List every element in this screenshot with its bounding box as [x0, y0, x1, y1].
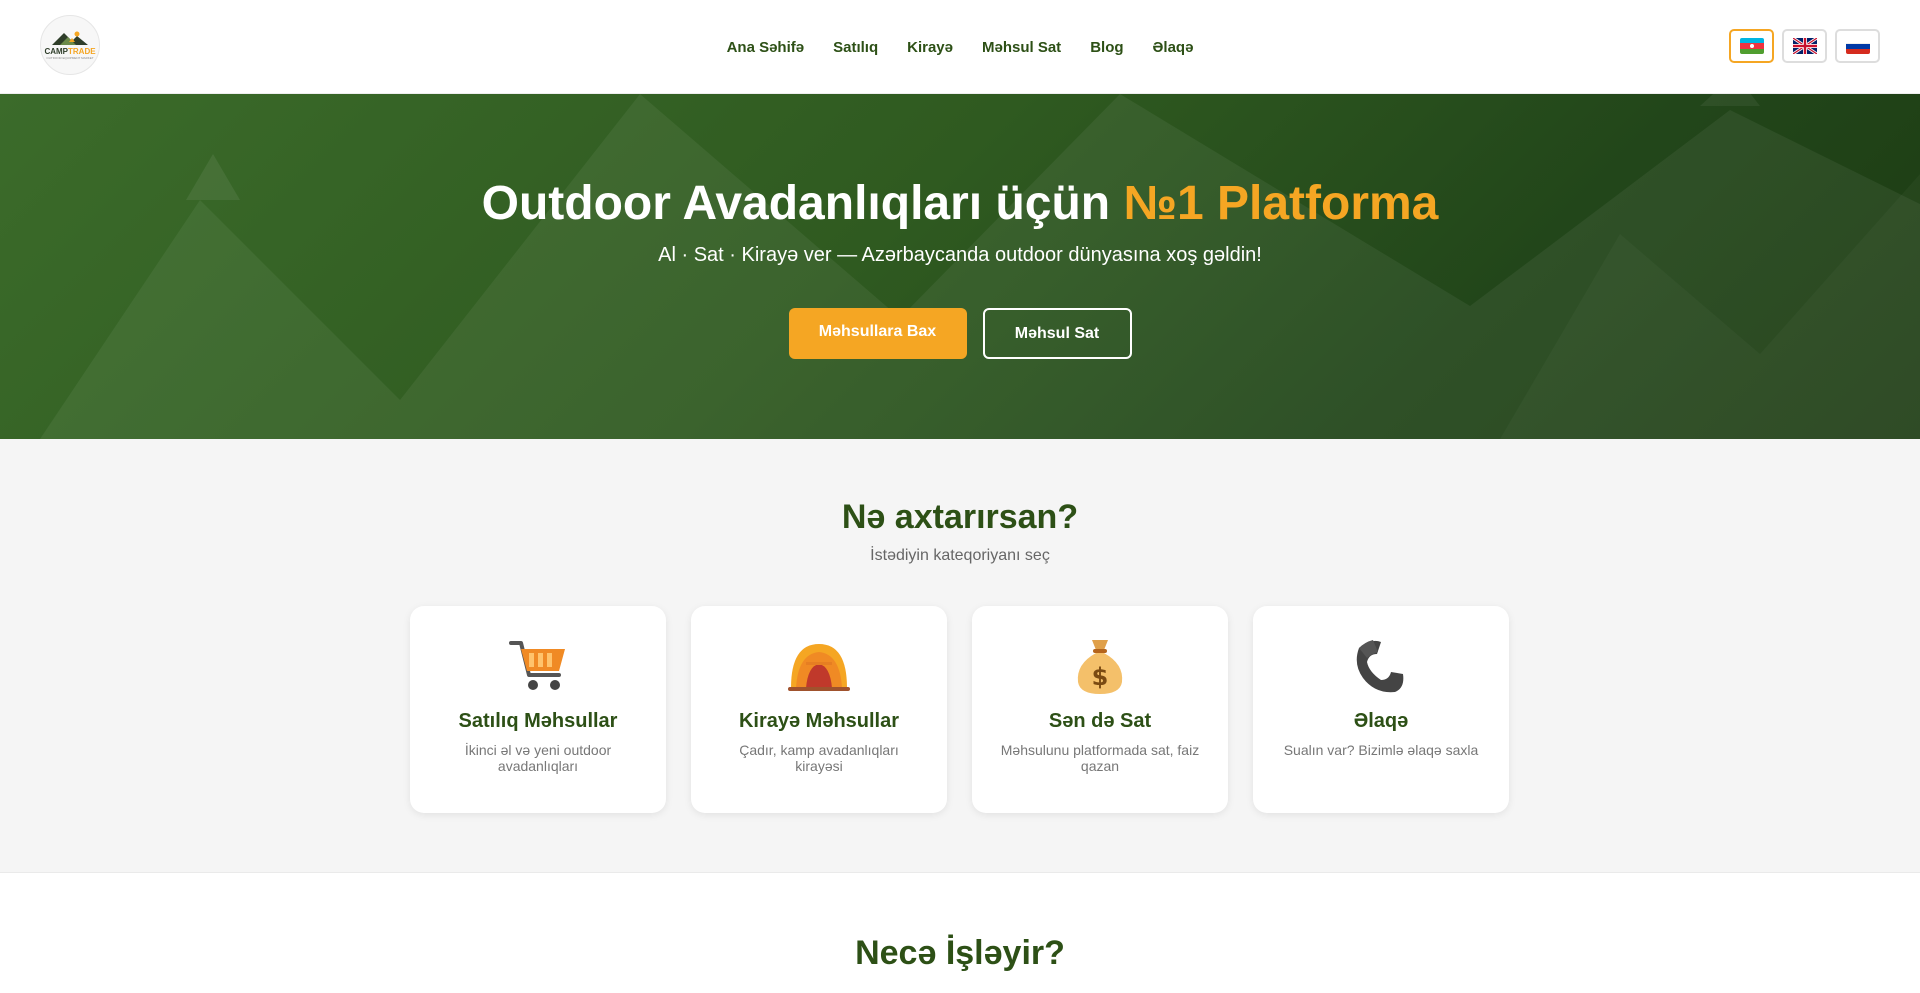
category-card-title: Kirayə Məhsullar [738, 710, 900, 732]
nav-sell-product[interactable]: Məhsul Sat [982, 39, 1061, 56]
categories-title: Nə axtarırsan? [841, 498, 1079, 536]
how-it-works-title: Necə İşləyir? [855, 934, 1065, 972]
money-bag-icon: $ [1072, 636, 1128, 696]
hero-actions: Məhsullara Bax Məhsul Sat [0, 308, 1920, 359]
shopping-cart-icon [507, 636, 569, 696]
how-it-works-section: Necə İşləyir? [0, 873, 1920, 993]
hero-title-accent: №1 Platforma [1123, 177, 1439, 230]
main-nav: Ana Səhifə Satılıq Kirayə Məhsul Sat Blo… [0, 0, 1920, 94]
nav-for-sale[interactable]: Satılıq [833, 39, 878, 56]
lang-en-button[interactable] [1782, 29, 1827, 63]
sell-product-button[interactable]: Məhsul Sat [982, 308, 1132, 359]
nav-home[interactable]: Ana Səhifə [727, 39, 805, 56]
category-card-desc: Çadır, kamp avadanlıqları kirayəsi [739, 742, 899, 774]
category-card-desc: İkinci əl və yeni outdoor avadanlıqları [464, 742, 612, 774]
hero-section: Outdoor Avadanlıqları üçün №1 Platforma … [0, 94, 1920, 439]
nav-rent[interactable]: Kirayə [907, 39, 953, 56]
category-card-title: Əlaqə [1353, 710, 1409, 732]
lang-ru-button[interactable] [1835, 29, 1880, 63]
language-switcher [1729, 29, 1880, 63]
nav-contact[interactable]: Əlaqə [1153, 39, 1194, 56]
svg-text:$: $ [1092, 663, 1109, 691]
category-card-desc: Sualın var? Bizimlə əlaqə saxla [1283, 742, 1479, 758]
phone-icon [1351, 636, 1411, 696]
flag-ru-icon [1845, 38, 1870, 54]
category-card-for-sale[interactable]: Satılıq Məhsullar İkinci əl və yeni outd… [410, 606, 666, 813]
categories-section: Nə axtarırsan? İstədiyin kateqoriyanı se… [0, 439, 1920, 873]
hero-subtitle: Al · Sat · Kirayə ver — Azərbaycanda out… [658, 244, 1262, 266]
site-header: CAMPTRADE OUTDOOR EQUIPMENT MARKET Ana S… [0, 0, 1920, 94]
hero-title: Outdoor Avadanlıqları üçün №1 Platforma [481, 177, 1439, 230]
category-card-rent[interactable]: Kirayə Məhsullar Çadır, kamp avadanlıqla… [691, 606, 947, 813]
category-card-desc: Məhsulunu platformada sat, faiz qazan [1000, 742, 1200, 774]
category-card-title: Satılıq Məhsullar [458, 710, 618, 732]
category-card-contact[interactable]: Əlaqə Sualın var? Bizimlə əlaqə saxla [1253, 606, 1509, 813]
categories-subtitle: İstədiyin kateqoriyanı seç [870, 547, 1050, 564]
category-cards: Satılıq Məhsullar İkinci əl və yeni outd… [410, 606, 1509, 813]
browse-products-button[interactable]: Məhsullara Bax [788, 308, 967, 359]
lang-az-button[interactable] [1729, 29, 1774, 63]
category-card-title: Sən də Sat [1048, 710, 1152, 732]
flag-gb-icon [1792, 38, 1817, 54]
category-card-sell[interactable]: $ Sən də Sat Məhsulunu platformada sat, … [972, 606, 1228, 813]
nav-blog[interactable]: Blog [1090, 39, 1123, 56]
tent-icon [788, 636, 850, 696]
flag-az-icon [1739, 38, 1764, 54]
